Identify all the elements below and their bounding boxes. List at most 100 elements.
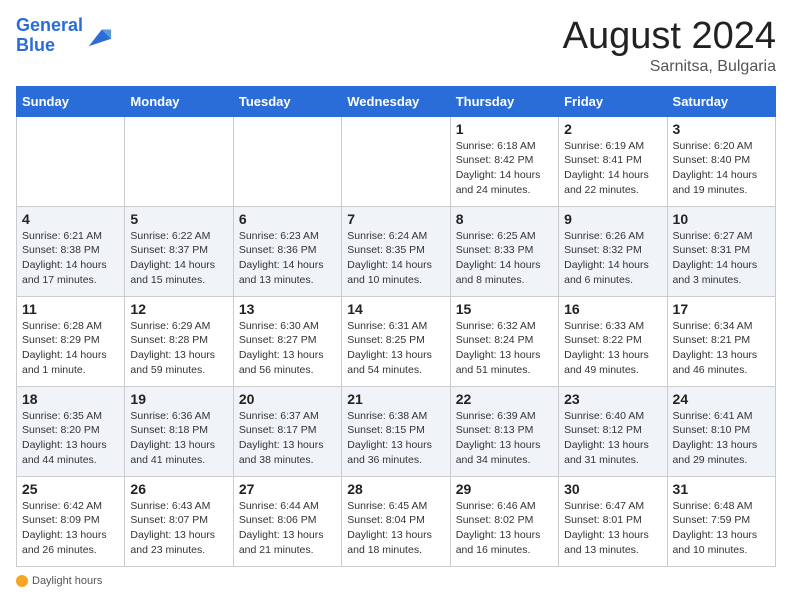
- logo: General Blue: [16, 16, 113, 56]
- calendar-cell: 7 Sunrise: 6:24 AMSunset: 8:35 PMDaylight…: [342, 206, 450, 296]
- header-day-saturday: Saturday: [667, 86, 775, 116]
- day-info: Sunrise: 6:44 AMSunset: 8:06 PMDaylight:…: [239, 499, 336, 558]
- day-number: 24: [673, 391, 770, 407]
- page-header: General Blue August 2024 Sarnitsa, Bulga…: [16, 16, 776, 76]
- calendar-cell: 10 Sunrise: 6:27 AMSunset: 8:31 PMDayligh…: [667, 206, 775, 296]
- calendar-cell: 8 Sunrise: 6:25 AMSunset: 8:33 PMDaylight…: [450, 206, 558, 296]
- day-number: 18: [22, 391, 119, 407]
- day-info: Sunrise: 6:26 AMSunset: 8:32 PMDaylight:…: [564, 229, 661, 288]
- calendar-cell: 1 Sunrise: 6:18 AMSunset: 8:42 PMDaylight…: [450, 116, 558, 206]
- calendar-cell: 3Sunrise: 6:20 AMSunset: 8:40 PMDaylight…: [667, 116, 775, 206]
- day-number: 4: [22, 211, 119, 227]
- day-number: 22: [456, 391, 553, 407]
- calendar-week-4: 18 Sunrise: 6:35 AMSunset: 8:20 PMDayligh…: [17, 386, 776, 476]
- day-info: Sunrise: 6:37 AMSunset: 8:17 PMDaylight:…: [239, 409, 336, 468]
- calendar-cell: 30Sunrise: 6:47 AMSunset: 8:01 PMDayligh…: [559, 476, 667, 566]
- day-number: 16: [564, 301, 661, 317]
- day-info: Sunrise: 6:23 AMSunset: 8:36 PMDaylight:…: [239, 229, 336, 288]
- day-info: Sunrise: 6:34 AMSunset: 8:21 PMDaylight:…: [673, 319, 770, 378]
- day-info: Sunrise: 6:48 AMSunset: 7:59 PMDaylight:…: [673, 499, 770, 558]
- day-number: 8: [456, 211, 553, 227]
- calendar-cell: 5 Sunrise: 6:22 AMSunset: 8:37 PMDaylight…: [125, 206, 233, 296]
- day-number: 10: [673, 211, 770, 227]
- calendar-cell: 20 Sunrise: 6:37 AMSunset: 8:17 PMDayligh…: [233, 386, 341, 476]
- day-number: 3: [673, 121, 770, 137]
- calendar-cell: 21Sunrise: 6:38 AMSunset: 8:15 PMDayligh…: [342, 386, 450, 476]
- calendar-cell: 18 Sunrise: 6:35 AMSunset: 8:20 PMDayligh…: [17, 386, 125, 476]
- day-number: 12: [130, 301, 227, 317]
- day-info: Sunrise: 6:25 AMSunset: 8:33 PMDaylight:…: [456, 229, 553, 288]
- calendar-cell: 27Sunrise: 6:44 AMSunset: 8:06 PMDayligh…: [233, 476, 341, 566]
- day-number: 29: [456, 481, 553, 497]
- header-day-thursday: Thursday: [450, 86, 558, 116]
- day-info: Sunrise: 6:40 AMSunset: 8:12 PMDaylight:…: [564, 409, 661, 468]
- day-info: Sunrise: 6:18 AMSunset: 8:42 PMDaylight:…: [456, 139, 553, 198]
- calendar-cell: 25Sunrise: 6:42 AMSunset: 8:09 PMDayligh…: [17, 476, 125, 566]
- calendar-cell: [233, 116, 341, 206]
- calendar-cell: 6Sunrise: 6:23 AMSunset: 8:36 PMDaylight…: [233, 206, 341, 296]
- day-info: Sunrise: 6:31 AMSunset: 8:25 PMDaylight:…: [347, 319, 444, 378]
- calendar-cell: 19Sunrise: 6:36 AMSunset: 8:18 PMDayligh…: [125, 386, 233, 476]
- day-number: 7: [347, 211, 444, 227]
- day-info: Sunrise: 6:35 AMSunset: 8:20 PMDaylight:…: [22, 409, 119, 468]
- day-number: 21: [347, 391, 444, 407]
- day-info: Sunrise: 6:43 AMSunset: 8:07 PMDaylight:…: [130, 499, 227, 558]
- day-number: 5: [130, 211, 227, 227]
- calendar-week-3: 11Sunrise: 6:28 AMSunset: 8:29 PMDayligh…: [17, 296, 776, 386]
- header-day-wednesday: Wednesday: [342, 86, 450, 116]
- calendar-cell: [125, 116, 233, 206]
- calendar-cell: 29 Sunrise: 6:46 AMSunset: 8:02 PMDayligh…: [450, 476, 558, 566]
- calendar-week-5: 25Sunrise: 6:42 AMSunset: 8:09 PMDayligh…: [17, 476, 776, 566]
- day-number: 2: [564, 121, 661, 137]
- calendar-cell: 14 Sunrise: 6:31 AMSunset: 8:25 PMDayligh…: [342, 296, 450, 386]
- day-info: Sunrise: 6:22 AMSunset: 8:37 PMDaylight:…: [130, 229, 227, 288]
- day-info: Sunrise: 6:46 AMSunset: 8:02 PMDaylight:…: [456, 499, 553, 558]
- day-number: 20: [239, 391, 336, 407]
- main-title: August 2024: [563, 16, 776, 58]
- calendar-cell: 13 Sunrise: 6:30 AMSunset: 8:27 PMDayligh…: [233, 296, 341, 386]
- logo-text: General Blue: [16, 16, 83, 56]
- day-number: 14: [347, 301, 444, 317]
- calendar-cell: 4Sunrise: 6:21 AMSunset: 8:38 PMDaylight…: [17, 206, 125, 296]
- header-day-friday: Friday: [559, 86, 667, 116]
- calendar-cell: 22 Sunrise: 6:39 AMSunset: 8:13 PMDayligh…: [450, 386, 558, 476]
- day-number: 26: [130, 481, 227, 497]
- calendar-week-1: 1 Sunrise: 6:18 AMSunset: 8:42 PMDaylight…: [17, 116, 776, 206]
- calendar-cell: 23 Sunrise: 6:40 AMSunset: 8:12 PMDayligh…: [559, 386, 667, 476]
- day-info: Sunrise: 6:39 AMSunset: 8:13 PMDaylight:…: [456, 409, 553, 468]
- day-info: Sunrise: 6:24 AMSunset: 8:35 PMDaylight:…: [347, 229, 444, 288]
- calendar-cell: 15Sunrise: 6:32 AMSunset: 8:24 PMDayligh…: [450, 296, 558, 386]
- calendar-table: SundayMondayTuesdayWednesdayThursdayFrid…: [16, 86, 776, 567]
- calendar-cell: 24 Sunrise: 6:41 AMSunset: 8:10 PMDayligh…: [667, 386, 775, 476]
- day-number: 30: [564, 481, 661, 497]
- logo-icon: [85, 22, 113, 50]
- calendar-body: 1 Sunrise: 6:18 AMSunset: 8:42 PMDaylight…: [17, 116, 776, 566]
- footer: Daylight hours: [16, 575, 776, 590]
- day-number: 11: [22, 301, 119, 317]
- day-info: Sunrise: 6:30 AMSunset: 8:27 PMDaylight:…: [239, 319, 336, 378]
- day-info: Sunrise: 6:27 AMSunset: 8:31 PMDaylight:…: [673, 229, 770, 288]
- day-info: Sunrise: 6:41 AMSunset: 8:10 PMDaylight:…: [673, 409, 770, 468]
- calendar-cell: [17, 116, 125, 206]
- subtitle: Sarnitsa, Bulgaria: [563, 58, 776, 76]
- day-number: 28: [347, 481, 444, 497]
- day-info: Sunrise: 6:42 AMSunset: 8:09 PMDaylight:…: [22, 499, 119, 558]
- day-number: 23: [564, 391, 661, 407]
- calendar-cell: 26 Sunrise: 6:43 AMSunset: 8:07 PMDayligh…: [125, 476, 233, 566]
- day-info: Sunrise: 6:33 AMSunset: 8:22 PMDaylight:…: [564, 319, 661, 378]
- day-info: Sunrise: 6:19 AMSunset: 8:41 PMDaylight:…: [564, 139, 661, 198]
- day-number: 1: [456, 121, 553, 137]
- sun-icon: [16, 575, 28, 587]
- header-day-monday: Monday: [125, 86, 233, 116]
- day-info: Sunrise: 6:29 AMSunset: 8:28 PMDaylight:…: [130, 319, 227, 378]
- calendar-cell: 11Sunrise: 6:28 AMSunset: 8:29 PMDayligh…: [17, 296, 125, 386]
- daylight-label: Daylight hours: [32, 575, 102, 587]
- day-number: 13: [239, 301, 336, 317]
- calendar-cell: 2 Sunrise: 6:19 AMSunset: 8:41 PMDaylight…: [559, 116, 667, 206]
- calendar-header: SundayMondayTuesdayWednesdayThursdayFrid…: [17, 86, 776, 116]
- day-number: 31: [673, 481, 770, 497]
- day-number: 17: [673, 301, 770, 317]
- logo-line2: Blue: [16, 35, 55, 55]
- calendar-cell: 28Sunrise: 6:45 AMSunset: 8:04 PMDayligh…: [342, 476, 450, 566]
- header-day-sunday: Sunday: [17, 86, 125, 116]
